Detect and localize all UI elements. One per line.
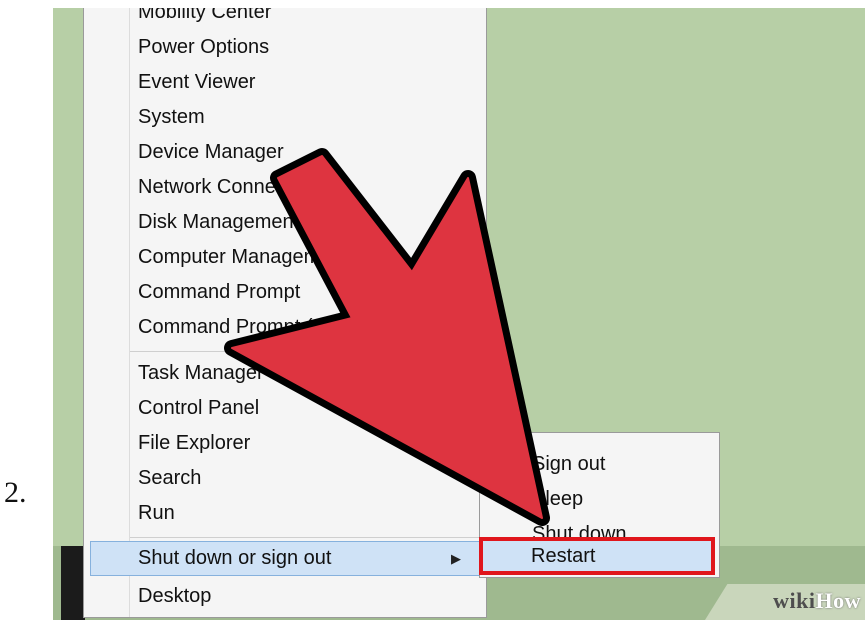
menu-item-command-prompt-admin[interactable]: Command Prompt (Admin) [84,310,486,345]
winx-context-menu: Mobility Center Power Options Event View… [83,8,487,618]
menu-item-label: Shut down or sign out [138,547,332,569]
menu-item-file-explorer[interactable]: File Explorer [84,426,486,461]
menu-item-task-manager[interactable]: Task Manager [84,356,486,391]
menu-item-disk-management[interactable]: Disk Management [84,205,486,240]
menu-item-system[interactable]: System [84,100,486,135]
menu-item-computer-management[interactable]: Computer Management [84,240,486,275]
watermark-how: How [815,588,861,613]
menu-item-event-viewer[interactable]: Event Viewer [84,65,486,100]
menu-item-power-options[interactable]: Power Options [84,30,486,65]
watermark-wiki: wiki [773,588,816,613]
menu-item-shut-down-or-sign-out[interactable]: Shut down or sign out ▶ [90,541,480,576]
desktop-screenshot: wikiHow Mobility Center Power Options Ev… [53,8,865,620]
menu-item-device-manager[interactable]: Device Manager [84,135,486,170]
menu-item-control-panel[interactable]: Control Panel [84,391,486,426]
menu-item-search[interactable]: Search [84,461,486,496]
menu-separator [130,351,482,352]
submenu-arrow-icon: ▶ [451,551,461,566]
menu-item-run[interactable]: Run [84,496,486,531]
submenu-item-restart-label: Restart [531,545,596,567]
menu-separator [130,537,482,538]
menu-item-command-prompt[interactable]: Command Prompt [84,275,486,310]
menu-item-desktop[interactable]: Desktop [84,579,486,614]
wikihow-watermark: wikiHow [773,588,861,614]
step-number: 2. [4,476,27,509]
menu-item-mobility-center[interactable]: Mobility Center [84,8,486,30]
menu-item-network-connections[interactable]: Network Connections [84,170,486,205]
submenu-item-sleep[interactable]: Sleep [480,482,719,517]
taskbar-edge [61,546,85,620]
submenu-item-sign-out[interactable]: Sign out [480,447,719,482]
submenu-item-restart[interactable]: Restart [479,537,715,575]
